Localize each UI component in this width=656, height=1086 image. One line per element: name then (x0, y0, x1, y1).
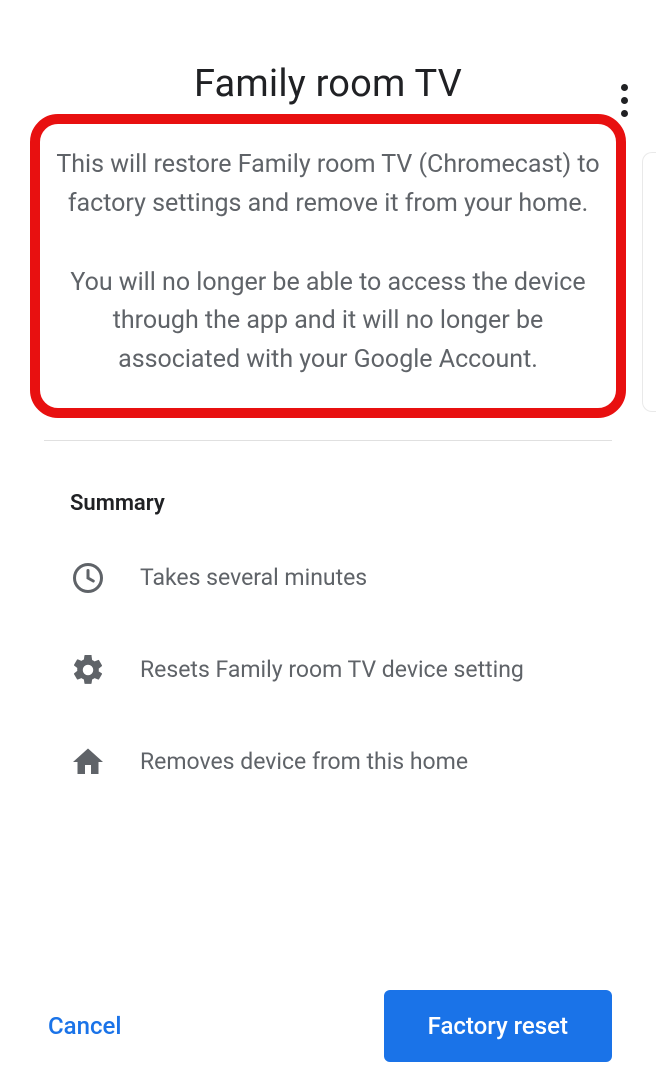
summary-item-time: Takes several minutes (70, 560, 586, 596)
more-options-icon[interactable] (610, 80, 638, 120)
warning-paragraph-1: This will restore Family room TV (Chrome… (56, 146, 600, 224)
action-bar: Cancel Factory reset (0, 990, 656, 1062)
home-icon (70, 744, 134, 780)
scroll-indicator (642, 152, 656, 412)
factory-reset-button[interactable]: Factory reset (384, 990, 612, 1062)
warning-paragraph-2: You will no longer be able to access the… (56, 264, 600, 380)
page-title: Family room TV (0, 62, 656, 106)
clock-icon (70, 560, 134, 596)
summary-item-label: Removes device from this home (134, 746, 468, 778)
summary-heading: Summary (70, 491, 586, 516)
warning-highlight-box: This will restore Family room TV (Chrome… (30, 114, 626, 418)
summary-item-label: Resets Family room TV device setting (134, 654, 524, 686)
summary-item-remove: Removes device from this home (70, 744, 586, 780)
summary-item-label: Takes several minutes (134, 562, 367, 594)
summary-section: Summary Takes several minutes Resets Fam… (70, 491, 586, 780)
gear-icon (70, 652, 134, 688)
summary-item-reset: Resets Family room TV device setting (70, 652, 586, 688)
cancel-button[interactable]: Cancel (44, 1004, 125, 1048)
section-divider (44, 440, 612, 441)
